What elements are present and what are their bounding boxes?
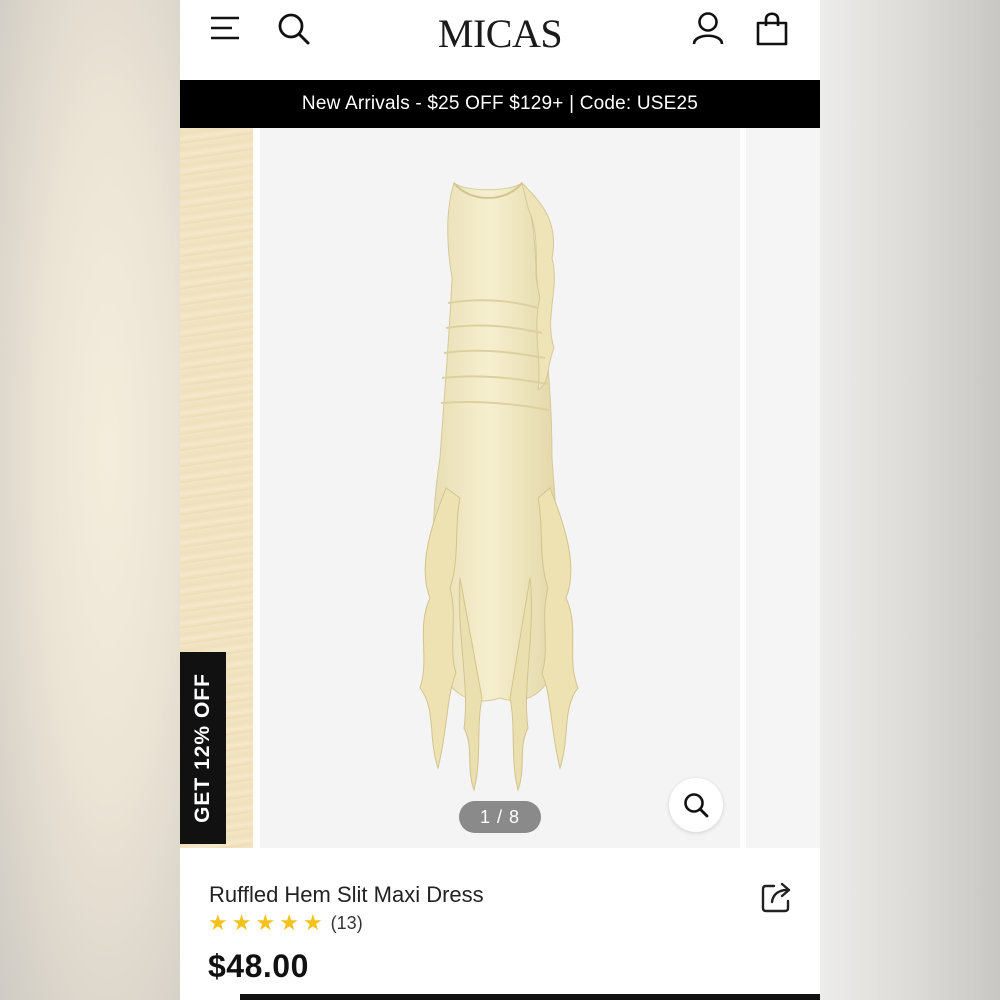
next-slide-image[interactable] — [746, 128, 820, 848]
cart-icon[interactable] — [752, 8, 792, 50]
discount-badge[interactable]: GET 12% OFF — [180, 652, 226, 844]
product-gallery[interactable]: GET 12% OFF 1 / 8 — [180, 128, 820, 848]
share-icon[interactable] — [760, 880, 794, 919]
star-icon: ★ — [302, 910, 323, 935]
product-price: $48.00 — [208, 948, 309, 984]
star-icon: ★ — [255, 910, 276, 935]
phone-screen: MICAS New Arrivals - $25 OFF $129+ | Cod… — [180, 0, 820, 1000]
zoom-icon — [684, 793, 709, 818]
background-blur-right — [820, 0, 1000, 1000]
review-count[interactable]: (13) — [331, 913, 363, 934]
product-info: Ruffled Hem Slit Maxi Dress ★ ★ ★ ★ ★ (1… — [180, 848, 820, 1000]
background-blur-left — [0, 0, 180, 1000]
discount-badge-text: GET 12% OFF — [191, 673, 215, 823]
product-title: Ruffled Hem Slit Maxi Dress — [209, 882, 484, 907]
dress-illustration — [419, 181, 579, 792]
bottom-divider — [240, 994, 820, 1000]
account-icon[interactable] — [688, 8, 728, 50]
product-main-image[interactable] — [260, 128, 740, 848]
star-icon: ★ — [279, 910, 299, 935]
product-rating[interactable]: ★ ★ ★ ★ ★ (13) — [208, 912, 363, 934]
star-icon: ★ — [208, 910, 228, 935]
promo-text: New Arrivals - $25 OFF $129+ | Code: USE… — [301, 93, 699, 114]
star-icon: ★ — [231, 910, 252, 935]
promo-banner[interactable]: New Arrivals - $25 OFF $129+ | Code: USE… — [180, 80, 820, 128]
slide-counter: 1 / 8 — [459, 801, 541, 833]
top-nav-bar: MICAS — [180, 0, 820, 80]
zoom-button[interactable] — [669, 778, 723, 832]
